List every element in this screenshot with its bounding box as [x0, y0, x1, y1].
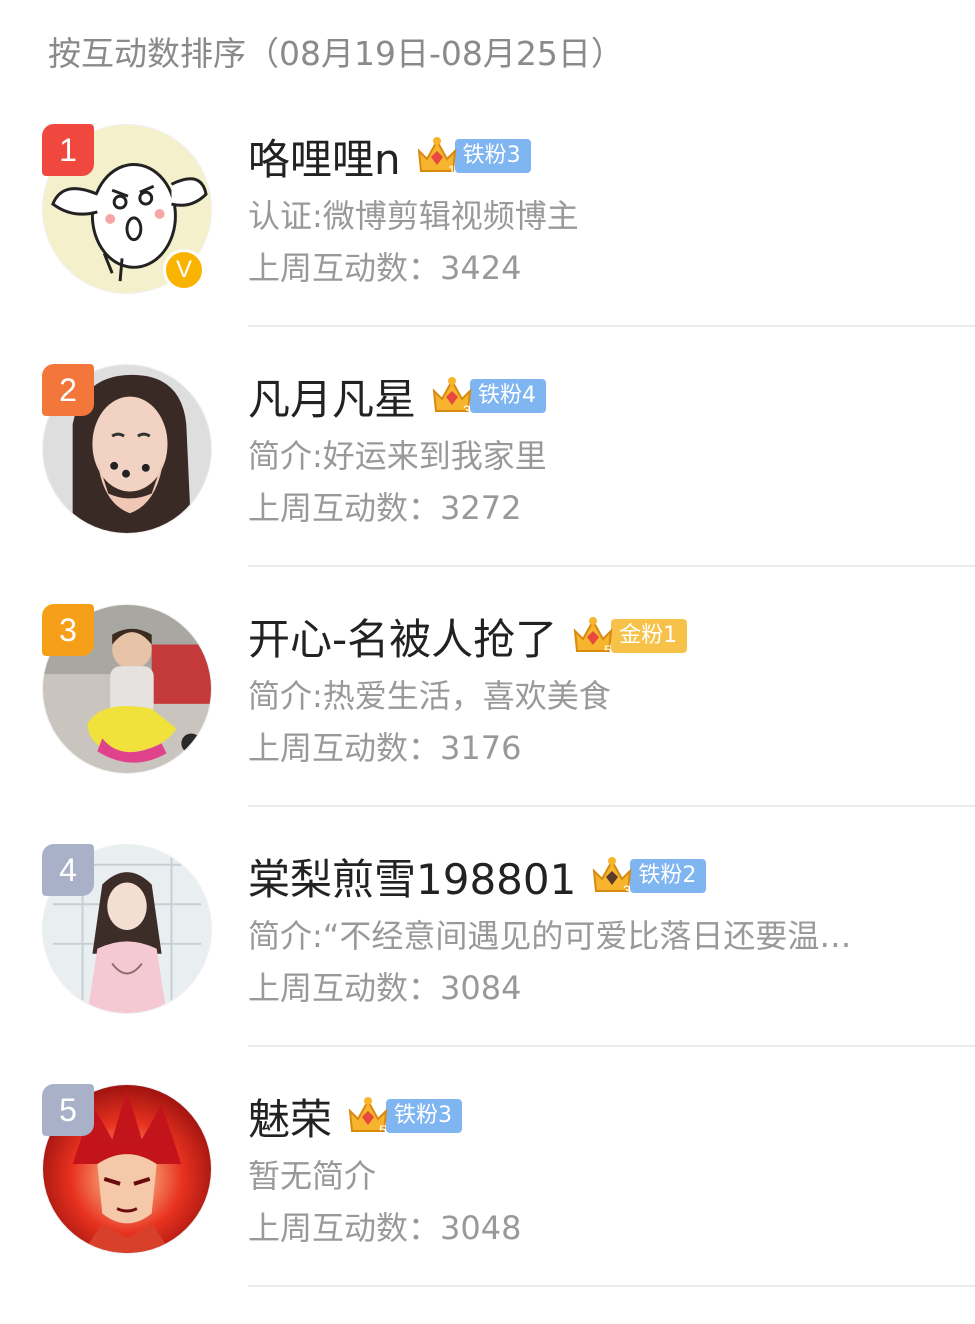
- fan-badge: 3 铁粉4: [430, 376, 547, 418]
- rank-badge: 2: [42, 364, 94, 416]
- interaction-count: 上周互动数：3424: [248, 242, 955, 294]
- user-intro: 暂无简介: [248, 1157, 377, 1195]
- crown-icon: 1: [417, 137, 456, 178]
- list-item[interactable]: 1 V 咯哩哩n 1 铁粉3 认证:微博剪辑视频博主 上周互动数：3424: [0, 124, 975, 364]
- user-intro: 简介:热爱生活，喜欢美食: [248, 677, 611, 715]
- count-value: 3424: [440, 249, 522, 287]
- list-item[interactable]: 2 凡月凡星 3 铁粉4 简介:好运来到我家里 上周互动数：3272: [0, 364, 975, 604]
- user-name[interactable]: 咯哩哩n: [248, 126, 401, 187]
- crown-icon: 3: [593, 857, 632, 898]
- fan-badge: 3 铁粉2: [590, 856, 707, 898]
- interaction-count: 上周互动数：3084: [248, 962, 955, 1014]
- fan-level-label: 铁粉3: [454, 139, 531, 173]
- user-name[interactable]: 棠梨煎雪198801: [248, 846, 576, 907]
- fan-badge: 5 铁粉3: [346, 1096, 463, 1138]
- divider: [248, 1285, 975, 1287]
- fan-level-label: 金粉1: [611, 619, 688, 653]
- user-name[interactable]: 开心-名被人抢了: [248, 606, 557, 667]
- fan-level-label: 铁粉4: [470, 379, 547, 413]
- count-label: 上周互动数：: [248, 489, 441, 527]
- crown-icon: 5: [348, 1097, 388, 1138]
- rank-badge: 5: [42, 1084, 94, 1136]
- user-name[interactable]: 魅荣: [248, 1086, 332, 1147]
- fan-badge: 5 金粉1: [571, 616, 688, 658]
- crown-level: 3: [623, 882, 631, 898]
- crown-icon: 3: [432, 377, 472, 418]
- crown-level: 5: [379, 1122, 387, 1138]
- count-value: 3084: [440, 969, 522, 1007]
- count-value: 3048: [440, 1209, 522, 1247]
- crown-level: 3: [463, 402, 471, 418]
- fan-level-label: 铁粉3: [386, 1099, 463, 1133]
- count-label: 上周互动数：: [248, 729, 441, 767]
- count-value: 3176: [440, 729, 522, 767]
- fan-badge: 1 铁粉3: [415, 136, 531, 178]
- fan-level-label: 铁粉2: [630, 859, 707, 893]
- divider: [248, 1045, 975, 1047]
- interaction-count: 上周互动数：3048: [248, 1202, 955, 1254]
- crown-level: 1: [448, 162, 456, 178]
- count-label: 上周互动数：: [248, 969, 441, 1007]
- divider: [248, 805, 975, 807]
- page-title: 按互动数排序（08月19日-08月25日）: [48, 34, 624, 73]
- rank-badge: 4: [42, 844, 94, 896]
- count-label: 上周互动数：: [248, 1209, 441, 1247]
- user-intro: 简介:“不经意间遇见的可爱比落日还要温…: [248, 917, 852, 955]
- user-intro: 简介:好运来到我家里: [248, 437, 547, 475]
- crown-icon: 5: [573, 617, 613, 658]
- user-intro: 认证:微博剪辑视频博主: [248, 197, 579, 235]
- divider: [248, 565, 975, 567]
- rank-badge: 3: [42, 604, 94, 656]
- list-item[interactable]: 3 开心-名被人抢了 5 金粉1 简介:热爱生活，喜欢美食 上周互动数：3176: [0, 604, 975, 844]
- divider: [248, 325, 975, 327]
- count-value: 3272: [440, 489, 522, 527]
- verified-icon: V: [163, 249, 205, 291]
- interaction-count: 上周互动数：3176: [248, 722, 955, 774]
- user-name[interactable]: 凡月凡星: [248, 366, 416, 427]
- list-item[interactable]: 4 棠梨煎雪198801 3 铁粉2 简介:“不经意间遇见的可爱比落日还要温… …: [0, 844, 975, 1084]
- crown-level: 5: [604, 642, 612, 658]
- count-label: 上周互动数：: [248, 249, 441, 287]
- interaction-count: 上周互动数：3272: [248, 482, 955, 534]
- list-item[interactable]: 5 魅荣 5 铁粉3 暂无简介 上周互动数：3048: [0, 1084, 975, 1324]
- rank-badge: 1: [42, 124, 94, 176]
